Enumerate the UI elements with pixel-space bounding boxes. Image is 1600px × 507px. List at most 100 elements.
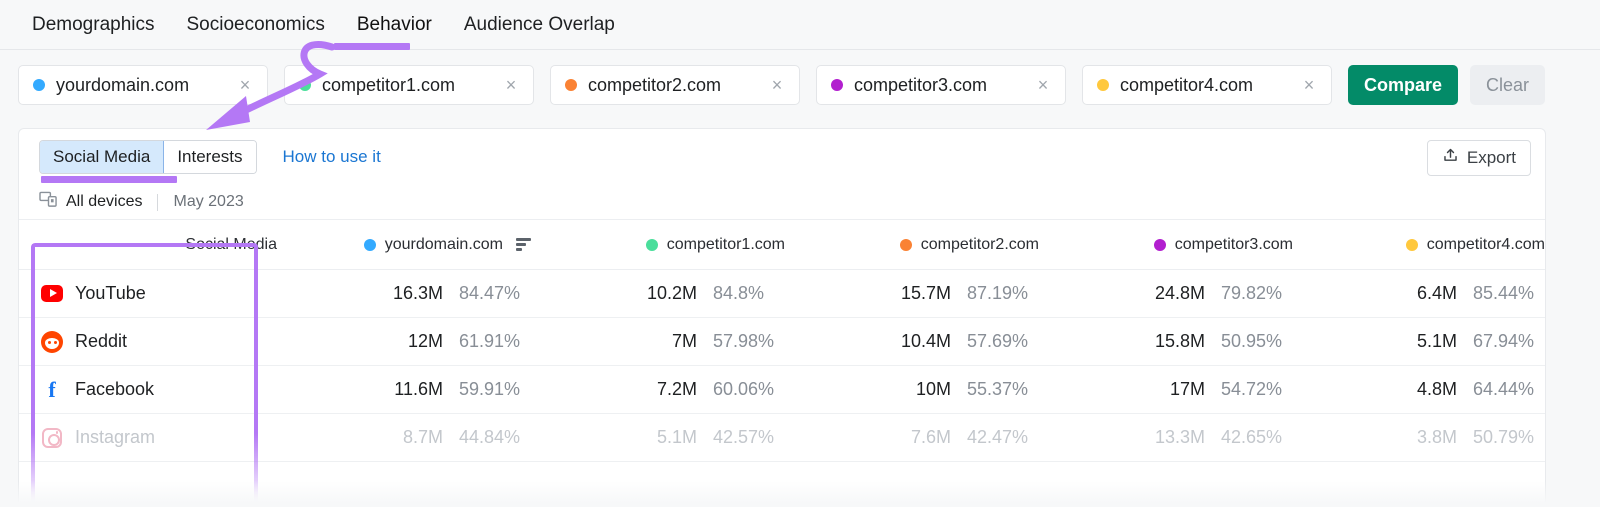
chip-content: competitor1.com: [299, 75, 455, 96]
metric-cell: 16.3M 84.47%: [277, 270, 531, 318]
metric-value: 7.6M: [911, 427, 951, 448]
card-toolbar: Social MediaInterests How to use it Expo…: [19, 129, 1545, 185]
chip-label: competitor4.com: [1120, 75, 1253, 96]
close-icon[interactable]: ×: [231, 71, 259, 99]
metric-value: 10.4M: [901, 331, 951, 352]
domain-chip-competitor2-com[interactable]: competitor2.com ×: [550, 65, 800, 105]
column-header-yourdomain-com[interactable]: yourdomain.com: [277, 220, 531, 270]
metric-value: 6.4M: [1417, 283, 1457, 304]
metric-cell: 5.1M 42.57%: [531, 414, 785, 462]
network-cell: Instagram: [19, 414, 277, 462]
metric-percent: 42.47%: [967, 427, 1039, 448]
metric-content: 8.7M44.84%: [277, 427, 531, 448]
close-icon[interactable]: ×: [497, 71, 525, 99]
column-header-label: competitor2.com: [921, 236, 1039, 254]
network-content: Instagram: [41, 427, 277, 449]
segmented-control: Social MediaInterests: [39, 140, 257, 174]
chip-label: competitor3.com: [854, 75, 987, 96]
metric-content: 24.8M79.82%: [1039, 283, 1293, 304]
chip-content: competitor3.com: [831, 75, 987, 96]
network-label: YouTube: [75, 283, 146, 304]
behavior-card: Social MediaInterests How to use it Expo…: [18, 128, 1546, 507]
chip-content: yourdomain.com: [33, 75, 189, 96]
table-row[interactable]: Reddit12M61.91%7M57.98%10.4M57.69%15.8M5…: [19, 318, 1545, 366]
metric-percent: 42.57%: [713, 427, 785, 448]
domain-chip-yourdomain-com[interactable]: yourdomain.com ×: [18, 65, 268, 105]
metric-cell: 5.1M67.94%: [1293, 318, 1545, 366]
topnav-item-socioeconomics[interactable]: Socioeconomics: [171, 0, 341, 50]
column-header-competitor2-com[interactable]: competitor2.com: [785, 220, 1039, 270]
tab-interests[interactable]: Interests: [164, 141, 255, 173]
all-devices-filter[interactable]: All devices: [39, 191, 142, 213]
metric-value: 8.7M: [403, 427, 443, 448]
column-header-label: yourdomain.com: [385, 236, 503, 254]
table-row[interactable]: YouTube 16.3M 84.47%10.2M84.8% 15.7M 87.19%2…: [19, 270, 1545, 318]
metric-percent: 67.94%: [1473, 331, 1545, 352]
metric-cell: 12M61.91%: [277, 318, 531, 366]
how-to-use-it-link[interactable]: How to use it: [283, 147, 381, 167]
topnav-item-demographics[interactable]: Demographics: [16, 0, 171, 50]
metric-value: 7M: [672, 331, 697, 352]
network-content: Reddit: [41, 331, 277, 353]
metric-percent: 87.19%: [967, 283, 1039, 304]
topnav-item-label: Behavior: [357, 14, 432, 36]
metric-value: 16.3M: [393, 283, 443, 304]
export-button[interactable]: Export: [1427, 140, 1531, 176]
reddit-icon: [41, 331, 63, 353]
facebook-icon: f: [41, 379, 63, 401]
table-row[interactable]: Instagram8.7M44.84% 5.1M 42.57% 7.6M 42.47%1…: [19, 414, 1545, 462]
sort-descending-icon[interactable]: [516, 238, 531, 251]
metric-percent: 50.79%: [1473, 427, 1545, 448]
metric-content: 10.4M57.69%: [785, 331, 1039, 352]
chip-content: competitor2.com: [565, 75, 721, 96]
table-body: YouTube 16.3M 84.47%10.2M84.8% 15.7M 87.19%2…: [19, 270, 1545, 462]
metric-cell: 7.2M60.06%: [531, 366, 785, 414]
domain-color-dot-icon: [1406, 239, 1418, 251]
metric-percent: 84.47%: [459, 283, 531, 304]
metric-cell: 7M57.98%: [531, 318, 785, 366]
domain-color-dot-icon: [831, 79, 843, 91]
divider: [157, 194, 158, 211]
topnav-item-label: Demographics: [32, 14, 155, 36]
metric-percent: 60.06%: [713, 379, 785, 400]
metric-value: 3.8M: [1417, 427, 1457, 448]
column-header-content: competitor2.com: [785, 236, 1039, 254]
devices-icon: [39, 191, 58, 213]
domain-chip-competitor1-com[interactable]: competitor1.com ×: [284, 65, 534, 105]
close-icon[interactable]: ×: [1295, 71, 1323, 99]
column-header-social-media[interactable]: Social Media: [19, 220, 277, 270]
metric-cell: 4.8M64.44%: [1293, 366, 1545, 414]
domain-chip-competitor4-com[interactable]: competitor4.com ×: [1082, 65, 1332, 105]
column-header-competitor4-com[interactable]: competitor4.com: [1293, 220, 1545, 270]
domain-color-dot-icon: [900, 239, 912, 251]
column-header-competitor1-com[interactable]: competitor1.com: [531, 220, 785, 270]
metric-value: 5.1M: [657, 427, 697, 448]
table-header: Social Media yourdomain.com competitor1.co…: [19, 220, 1545, 270]
metric-content: 7M57.98%: [531, 331, 785, 352]
metric-content: 3.8M 50.79%: [1293, 427, 1545, 448]
metric-content: 13.3M42.65%: [1039, 427, 1293, 448]
metric-cell: 10.2M84.8%: [531, 270, 785, 318]
chip-label: yourdomain.com: [56, 75, 189, 96]
network-content: YouTube: [41, 283, 277, 305]
column-header-competitor3-com[interactable]: competitor3.com: [1039, 220, 1293, 270]
close-icon[interactable]: ×: [763, 71, 791, 99]
domain-chips-row: yourdomain.com×competitor1.com×competito…: [0, 50, 1600, 120]
chip-content: competitor4.com: [1097, 75, 1253, 96]
metric-value: 10.2M: [647, 283, 697, 304]
column-header-content: yourdomain.com: [277, 236, 531, 254]
metric-cell: 13.3M42.65%: [1039, 414, 1293, 462]
domain-color-dot-icon: [1097, 79, 1109, 91]
column-header-label: competitor3.com: [1175, 236, 1293, 254]
table-row[interactable]: fFacebook11.6M59.91%7.2M60.06%10M55.37%1…: [19, 366, 1545, 414]
metric-value: 15.7M: [901, 283, 951, 304]
compare-button[interactable]: Compare: [1348, 65, 1458, 105]
metric-cell: 15.7M 87.19%: [785, 270, 1039, 318]
clear-button[interactable]: Clear: [1470, 65, 1545, 105]
topnav-item-behavior[interactable]: Behavior: [341, 0, 448, 50]
domain-chip-competitor3-com[interactable]: competitor3.com ×: [816, 65, 1066, 105]
close-icon[interactable]: ×: [1029, 71, 1057, 99]
topnav-item-audience-overlap[interactable]: Audience Overlap: [448, 0, 631, 50]
tab-social-media[interactable]: Social Media: [40, 141, 164, 173]
metric-cell: 10.4M57.69%: [785, 318, 1039, 366]
